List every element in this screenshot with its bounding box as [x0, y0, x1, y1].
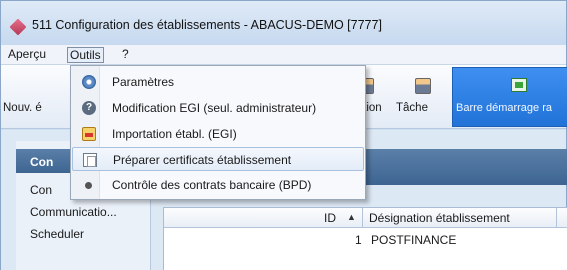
establishments-grid: ID ▲ Désignation établissement 1 POSTFIN…	[163, 207, 567, 270]
app-icon	[9, 18, 27, 36]
certificate-icon	[83, 153, 97, 167]
menu-item-importation-egi[interactable]: Importation établ. (EGI)	[72, 122, 364, 146]
menu-item-preparer-certificats[interactable]: Préparer certificats établissement	[72, 147, 364, 171]
sidebar-item-communication[interactable]: Communicatio...	[30, 205, 117, 219]
gear-icon	[82, 75, 96, 89]
toolbar-new-button[interactable]: Nouv. é	[3, 102, 42, 114]
task-person-icon	[415, 78, 431, 94]
column-divider[interactable]	[556, 208, 557, 228]
title-bar: 511 Configuration des établissements - A…	[1, 1, 566, 45]
import-icon	[82, 127, 96, 141]
menu-outils[interactable]: Outils	[67, 47, 104, 63]
cell-designation: POSTFINANCE	[371, 233, 457, 247]
menu-apercu[interactable]: Aperçu	[6, 47, 48, 63]
menu-item-controle-contrats[interactable]: Contrôle des contrats bancaire (BPD)	[72, 173, 364, 197]
start-bar-icon	[511, 78, 527, 92]
menu-item-label: Paramètres	[112, 75, 175, 89]
start-bar-label: Barre démarrage ra	[456, 102, 552, 114]
sidebar-item-con[interactable]: Con	[30, 183, 52, 197]
menu-item-modification-egi[interactable]: ? Modification EGI (seul. administrateur…	[72, 96, 364, 120]
sidebar-active-label: Con	[30, 155, 54, 169]
sidebar-item-scheduler[interactable]: Scheduler	[30, 227, 84, 241]
column-divider[interactable]	[362, 208, 363, 228]
toolbar-start-bar-button[interactable]: Barre démarrage ra	[452, 67, 567, 127]
column-header-designation[interactable]: Désignation établissement	[369, 211, 510, 225]
sort-ascending-icon: ▲	[347, 212, 356, 222]
menu-bar: Aperçu Outils ?	[1, 45, 566, 65]
table-row[interactable]: 1 POSTFINANCE	[164, 230, 567, 250]
window-title: 511 Configuration des établissements - A…	[32, 18, 382, 32]
outils-dropdown-menu: Paramètres ? Modification EGI (seul. adm…	[70, 65, 366, 200]
column-header-id[interactable]: ID	[324, 211, 336, 225]
menu-item-label: Modification EGI (seul. administrateur)	[112, 101, 317, 115]
grid-header: ID ▲ Désignation établissement	[164, 208, 567, 228]
menu-item-parametres[interactable]: Paramètres	[72, 70, 364, 94]
menu-help[interactable]: ?	[120, 47, 131, 63]
menu-item-label: Importation établ. (EGI)	[112, 127, 237, 141]
bullet-icon	[85, 182, 92, 189]
menu-item-label: Contrôle des contrats bancaire (BPD)	[112, 178, 312, 192]
cell-id: 1	[355, 233, 362, 247]
help-icon: ?	[82, 101, 96, 115]
main-window: 511 Configuration des établissements - A…	[0, 0, 567, 270]
menu-item-label: Préparer certificats établissement	[113, 153, 292, 167]
toolbar-task-button[interactable]: Tâche	[396, 102, 428, 114]
